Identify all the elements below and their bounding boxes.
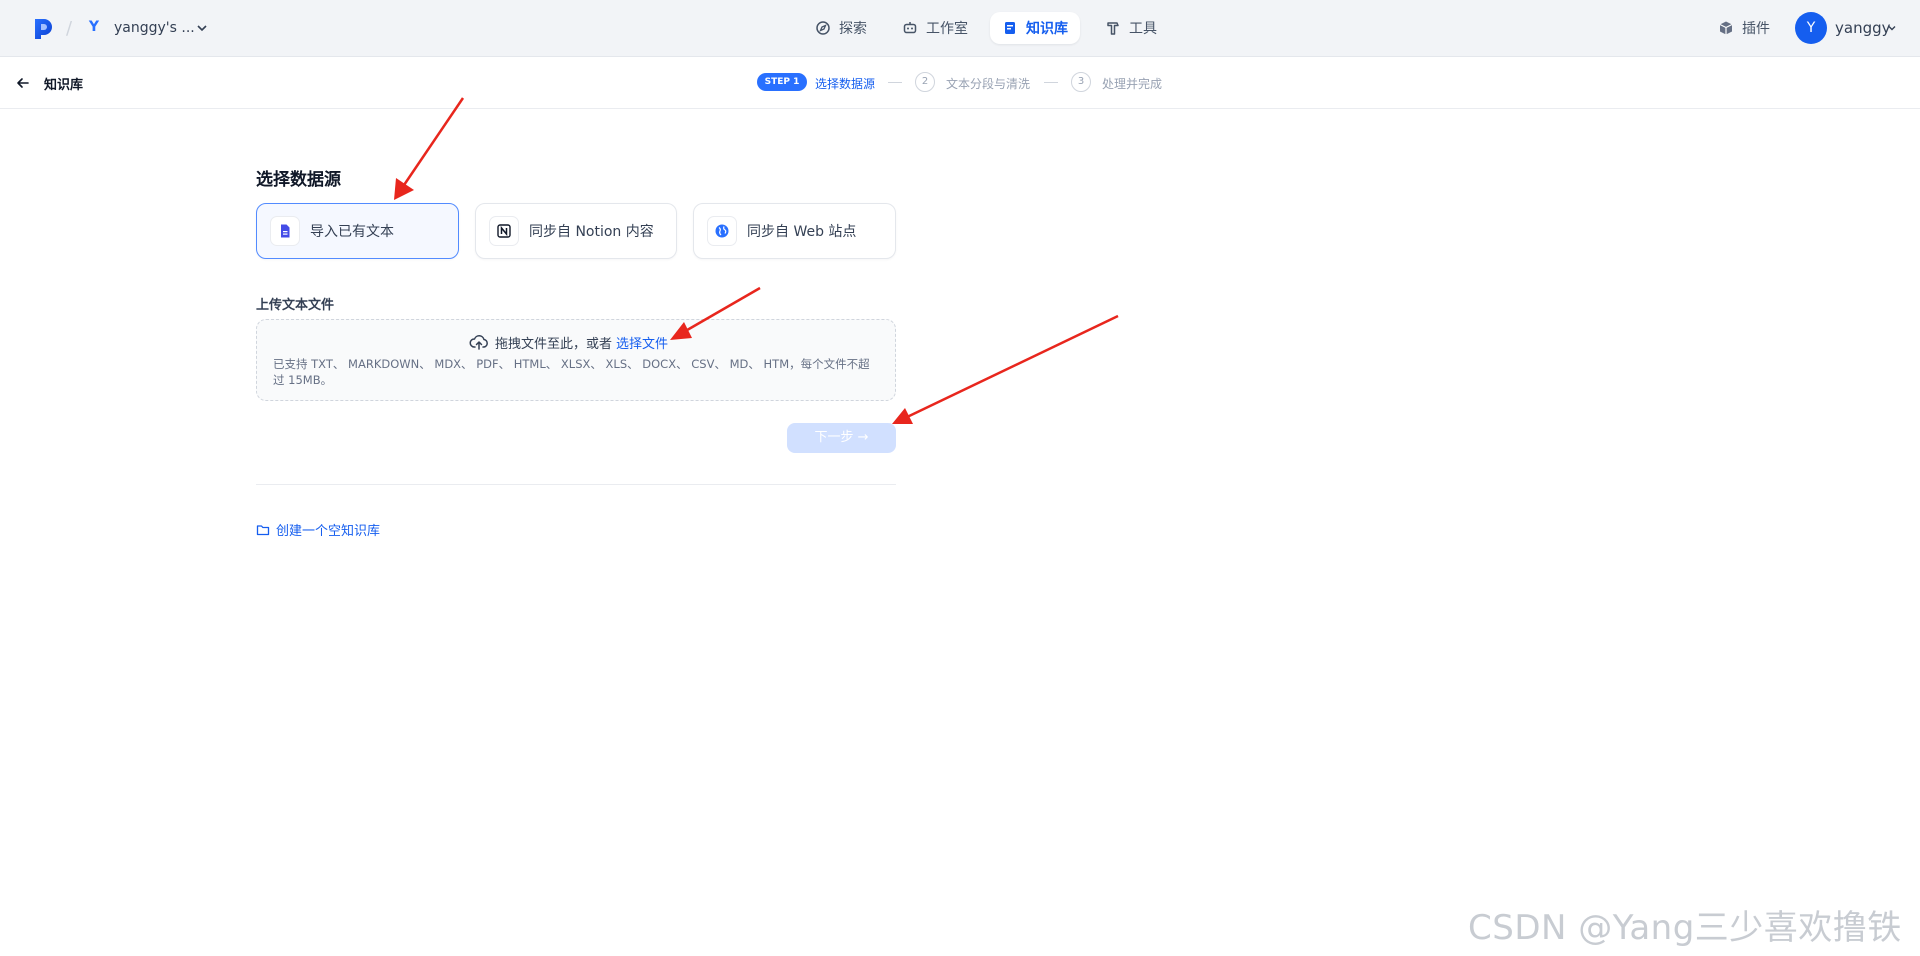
upload-section-title: 上传文本文件 xyxy=(256,298,335,313)
source-web-card[interactable]: 同步自 Web 站点 xyxy=(693,203,896,259)
chevron-down-icon[interactable] xyxy=(1887,23,1897,33)
book-icon xyxy=(1005,22,1015,34)
nav-explore-label: 探索 xyxy=(839,21,867,37)
cube-icon xyxy=(1719,21,1733,35)
workspace-name[interactable]: yanggy's ... xyxy=(114,20,195,36)
file-dropzone[interactable]: 拖拽文件至此，或者 选择文件 已支持 TXT、 MARKDOWN、 MDX、 P… xyxy=(256,319,896,401)
source-web-label: 同步自 Web 站点 xyxy=(747,224,857,240)
plugins-button[interactable]: 插件 xyxy=(1718,18,1770,38)
user-avatar[interactable]: Y xyxy=(1795,12,1827,44)
cloud-upload-icon xyxy=(469,335,488,350)
nav-studio[interactable]: 工作室 xyxy=(890,12,980,44)
next-step-button[interactable]: 下一步 → xyxy=(787,423,896,453)
watermark-text: CSDN @Yang三少喜欢撸铁 xyxy=(1468,908,1902,948)
source-notion-label: 同步自 Notion 内容 xyxy=(529,224,654,240)
nav-studio-label: 工作室 xyxy=(926,21,968,37)
notion-icon xyxy=(489,216,519,246)
step-connector xyxy=(888,82,902,83)
dropzone-prompt: 拖拽文件至此，或者 选择文件 xyxy=(469,332,668,352)
create-empty-knowledge-link[interactable]: 创建一个空知识库 xyxy=(256,520,380,539)
source-file-card[interactable]: 导入已有文本 xyxy=(256,203,459,259)
folder-icon xyxy=(256,524,270,535)
section-title: 选择数据源 xyxy=(256,170,341,190)
step2-label: 文本分段与清洗 xyxy=(946,77,1031,91)
breadcrumb-separator: / xyxy=(66,18,73,39)
robot-icon xyxy=(903,22,917,34)
step-header: 知识库 STEP 1 选择数据源 2 文本分段与清洗 3 处理并完成 xyxy=(0,57,1920,109)
file-icon xyxy=(270,216,300,246)
user-name[interactable]: yanggy xyxy=(1835,19,1891,37)
source-notion-card[interactable]: 同步自 Notion 内容 xyxy=(475,203,677,259)
create-empty-label: 创建一个空知识库 xyxy=(276,524,381,539)
divider xyxy=(256,484,896,485)
step-connector xyxy=(1044,82,1058,83)
nav-tools[interactable]: 工具 xyxy=(1093,12,1169,44)
step3-label: 处理并完成 xyxy=(1102,77,1163,91)
globe-icon xyxy=(707,216,737,246)
dropzone-text: 拖拽文件至此，或者 xyxy=(495,336,613,352)
hammer-icon xyxy=(1107,22,1119,35)
nav-explore[interactable]: 探索 xyxy=(803,12,879,44)
nav-knowledge[interactable]: 知识库 xyxy=(990,12,1080,44)
workspace-avatar: Y xyxy=(88,19,100,35)
step2-number: 2 xyxy=(915,72,935,92)
step1-badge: STEP 1 xyxy=(757,73,807,91)
chevron-down-icon[interactable] xyxy=(196,22,208,34)
annotation-arrow xyxy=(394,97,465,200)
annotation-arrow xyxy=(892,314,1119,424)
annotation-arrows xyxy=(394,97,1119,424)
nav-tools-label: 工具 xyxy=(1129,21,1157,37)
select-file-link[interactable]: 选择文件 xyxy=(616,333,668,352)
top-navigation-bar: / Y yanggy's ... 探索 工作室 知识库 工具 插件 Y yang… xyxy=(0,0,1920,57)
back-to-knowledge-link[interactable]: 知识库 xyxy=(44,74,83,93)
nav-knowledge-label: 知识库 xyxy=(1026,21,1068,37)
compass-icon xyxy=(816,21,830,35)
step3-number: 3 xyxy=(1071,72,1091,92)
arrow-left-icon[interactable] xyxy=(16,76,30,90)
supported-formats-text: 已支持 TXT、 MARKDOWN、 MDX、 PDF、 HTML、 XLSX、… xyxy=(273,357,870,387)
source-file-label: 导入已有文本 xyxy=(310,224,394,240)
app-logo-icon[interactable] xyxy=(33,18,53,40)
step1-label: 选择数据源 xyxy=(815,77,876,91)
plugins-label: 插件 xyxy=(1742,21,1770,37)
